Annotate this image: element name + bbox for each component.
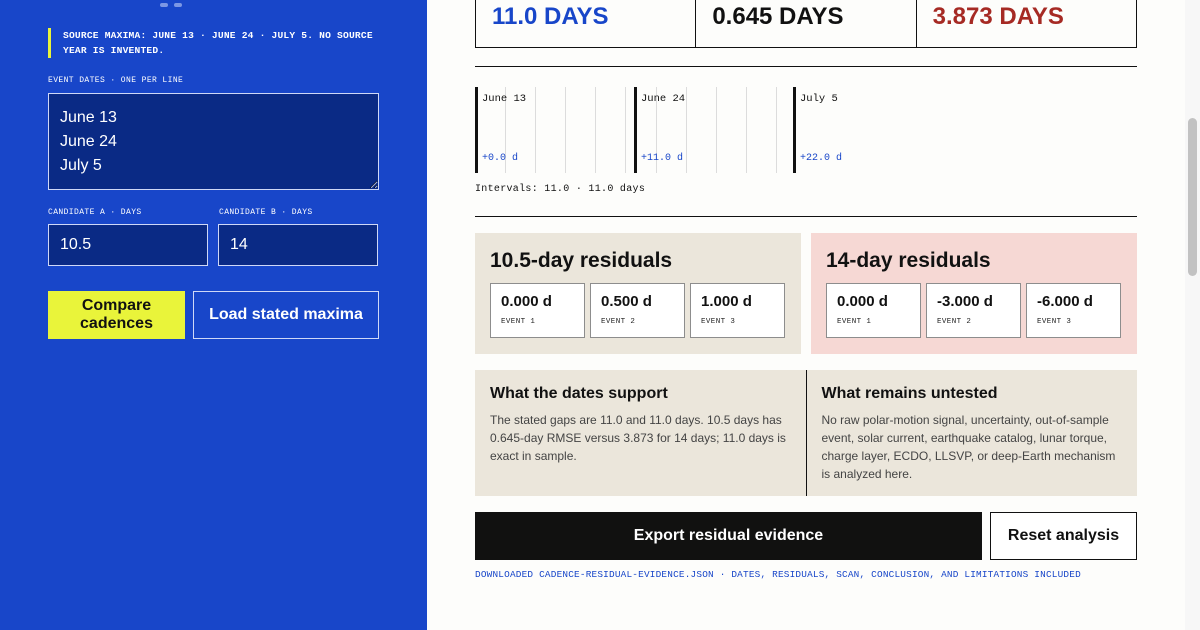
event-timeline: June 13 +0.0 d June 24 +11.0 d July 5 +22.0 d <box>475 87 1165 173</box>
candidate-a-input[interactable] <box>48 224 208 266</box>
residual-label: Event 1 <box>501 318 536 326</box>
stat-candidate-b-rmse: 3.873 DAYS <box>932 3 1064 30</box>
stats-row: 11.0 DAYS 0.645 DAYS 3.873 DAYS <box>475 0 1137 48</box>
candidate-b-input[interactable] <box>218 224 378 266</box>
compare-cadences-button[interactable]: Compare cadences <box>48 291 185 339</box>
timeline-gridline <box>595 87 596 173</box>
residuals-title: 14-day residuals <box>826 249 991 272</box>
residual-card: 0.000 d Event 1 <box>826 283 921 338</box>
event-date-label: July 5 <box>800 93 838 105</box>
residual-value: 1.000 d <box>701 293 752 310</box>
timeline-gridline <box>746 87 747 173</box>
residuals-title: 10.5-day residuals <box>490 249 673 272</box>
event-marker <box>475 87 478 173</box>
residuals-panel-b: 14-day residuals 0.000 d Event 1 -3.000 … <box>811 233 1137 354</box>
input-panel: Source maxima: June 13 · June 24 · July … <box>0 0 427 630</box>
page-scrollbar[interactable] <box>1185 0 1200 630</box>
conclusions-panel: What the dates support The stated gaps a… <box>475 370 1137 496</box>
timeline-gridline <box>686 87 687 173</box>
residual-card: -3.000 d Event 2 <box>926 283 1021 338</box>
scrollbar-thumb[interactable] <box>1188 118 1197 276</box>
residual-value: -3.000 d <box>937 293 993 310</box>
residual-value: 0.000 d <box>837 293 888 310</box>
event-date-label: June 24 <box>641 93 686 105</box>
residual-label: Event 3 <box>1037 318 1072 326</box>
note-title: What remains untested <box>821 385 998 402</box>
supported-note: What the dates support The stated gaps a… <box>475 370 806 496</box>
residual-value: -6.000 d <box>1037 293 1093 310</box>
event-dates-label: Event dates · one per line <box>48 76 184 85</box>
divider <box>475 66 1137 67</box>
divider <box>475 216 1137 217</box>
export-residual-evidence-button[interactable]: Export residual evidence <box>475 512 982 560</box>
residual-label: Event 3 <box>701 318 736 326</box>
residual-card: 1.000 d Event 3 <box>690 283 785 338</box>
event-marker <box>634 87 637 173</box>
note-body: No raw polar-motion signal, uncertainty,… <box>821 413 1116 481</box>
residual-value: 0.500 d <box>601 293 652 310</box>
event-marker <box>793 87 796 173</box>
candidate-a-label: Candidate A · days <box>48 208 142 217</box>
event-offset-label: +22.0 d <box>800 153 843 164</box>
event-offset-label: +0.0 d <box>482 153 519 164</box>
download-status: Downloaded cadence-residual-evidence.jso… <box>475 569 1081 580</box>
note-title: What the dates support <box>490 385 668 402</box>
residual-label: Event 1 <box>837 318 872 326</box>
timeline-gridline <box>716 87 717 173</box>
timeline-gridline <box>776 87 777 173</box>
load-stated-maxima-button[interactable]: Load stated maxima <box>193 291 379 339</box>
timeline-gridline <box>565 87 566 173</box>
residuals-panel-a: 10.5-day residuals 0.000 d Event 1 0.500… <box>475 233 801 354</box>
stat-candidate-a-rmse: 0.645 DAYS <box>696 0 917 47</box>
residual-card: -6.000 d Event 3 <box>1026 283 1121 338</box>
note-body: The stated gaps are 11.0 and 11.0 days. … <box>490 413 786 463</box>
event-date-label: June 13 <box>482 93 527 105</box>
reset-analysis-button[interactable]: Reset analysis <box>990 512 1137 560</box>
residual-label: Event 2 <box>601 318 636 326</box>
residual-label: Event 2 <box>937 318 972 326</box>
stat-best-cadence: 11.0 DAYS <box>476 0 697 47</box>
residual-card: 0.500 d Event 2 <box>590 283 685 338</box>
cut-off-header <box>160 0 220 7</box>
source-note: Source maxima: June 13 · June 24 · July … <box>48 28 388 58</box>
untested-note: What remains untested No raw polar-motio… <box>805 370 1138 496</box>
residual-card: 0.000 d Event 1 <box>490 283 585 338</box>
residual-value: 0.000 d <box>501 293 552 310</box>
timeline-gridline <box>535 87 536 173</box>
timeline-gridline <box>625 87 626 173</box>
event-dates-input[interactable] <box>48 93 379 190</box>
event-offset-label: +11.0 d <box>641 153 684 164</box>
candidate-b-label: Candidate B · days <box>219 208 313 217</box>
intervals-readout: Intervals: 11.0 · 11.0 days <box>475 184 646 195</box>
